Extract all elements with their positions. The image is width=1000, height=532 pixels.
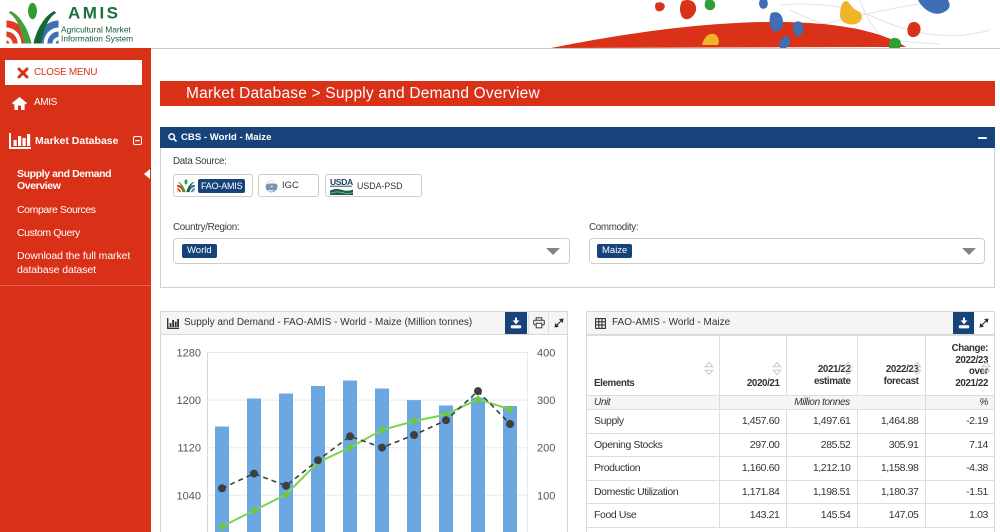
svg-text:USDA: USDA	[330, 178, 353, 187]
svg-text:200: 200	[537, 443, 555, 455]
svg-text:100: 100	[537, 490, 555, 502]
svg-text:1200: 1200	[177, 395, 201, 407]
svg-text:AMIS: AMIS	[68, 4, 121, 23]
svg-text:1120: 1120	[177, 443, 201, 455]
svg-text:1280: 1280	[177, 348, 201, 360]
svg-text:300: 300	[537, 395, 555, 407]
svg-text:Information System: Information System	[61, 34, 133, 44]
svg-text:400: 400	[537, 348, 555, 360]
svg-text:1040: 1040	[177, 490, 201, 502]
